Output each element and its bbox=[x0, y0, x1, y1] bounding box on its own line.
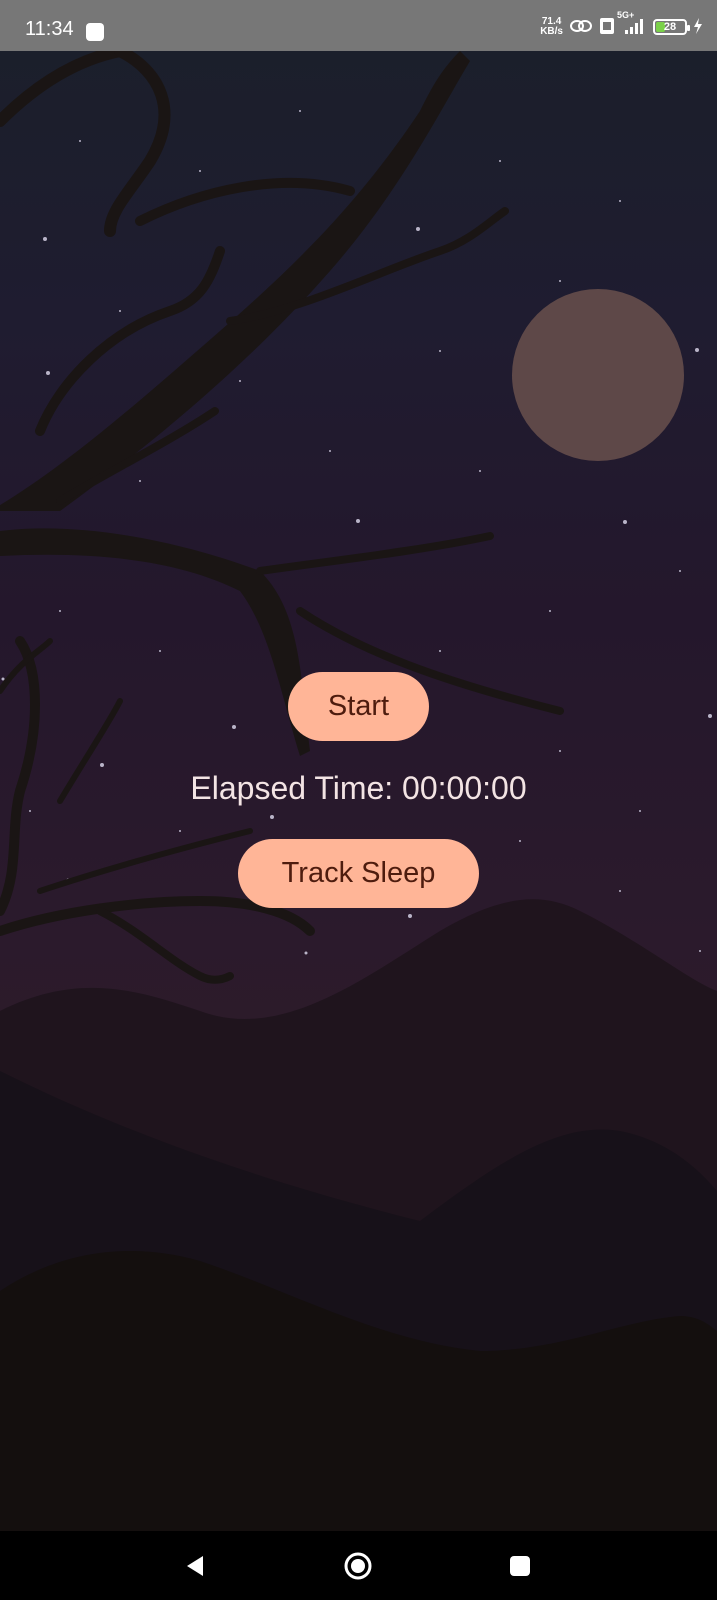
start-button[interactable]: Start bbox=[288, 672, 429, 741]
back-button[interactable] bbox=[155, 1531, 235, 1600]
navigation-bar bbox=[0, 1531, 717, 1600]
network-speed-unit: KB/s bbox=[540, 26, 563, 37]
track-sleep-button[interactable]: Track Sleep bbox=[238, 839, 479, 908]
recents-button[interactable] bbox=[480, 1531, 560, 1600]
network-type: 5G+ bbox=[617, 9, 635, 20]
home-icon bbox=[344, 1552, 372, 1579]
status-icons: 71.4 KB/s 5G+ 28 bbox=[540, 10, 703, 38]
battery-icon: 28 bbox=[653, 19, 690, 35]
moon bbox=[512, 289, 684, 461]
network-speed: 71.4 KB/s bbox=[540, 17, 563, 37]
app-screen: 11:34 71.4 KB/s 5G+ 28 Start Elapsed Tim… bbox=[0, 0, 717, 1600]
elapsed-time-label: Elapsed Time: 00:00:00 bbox=[190, 770, 527, 806]
charging-icon bbox=[693, 17, 703, 37]
hotspot-icon bbox=[569, 18, 593, 37]
status-bar: 11:34 71.4 KB/s 5G+ 28 bbox=[0, 0, 717, 51]
signal-icon: 5G+ bbox=[617, 10, 647, 38]
notification-icon bbox=[86, 23, 104, 41]
status-time: 11:34 bbox=[25, 18, 74, 40]
recents-icon bbox=[510, 1555, 530, 1576]
home-button[interactable] bbox=[318, 1531, 398, 1600]
back-icon bbox=[187, 1555, 203, 1576]
battery-level: 28 bbox=[663, 21, 677, 33]
volte-icon bbox=[599, 17, 615, 38]
